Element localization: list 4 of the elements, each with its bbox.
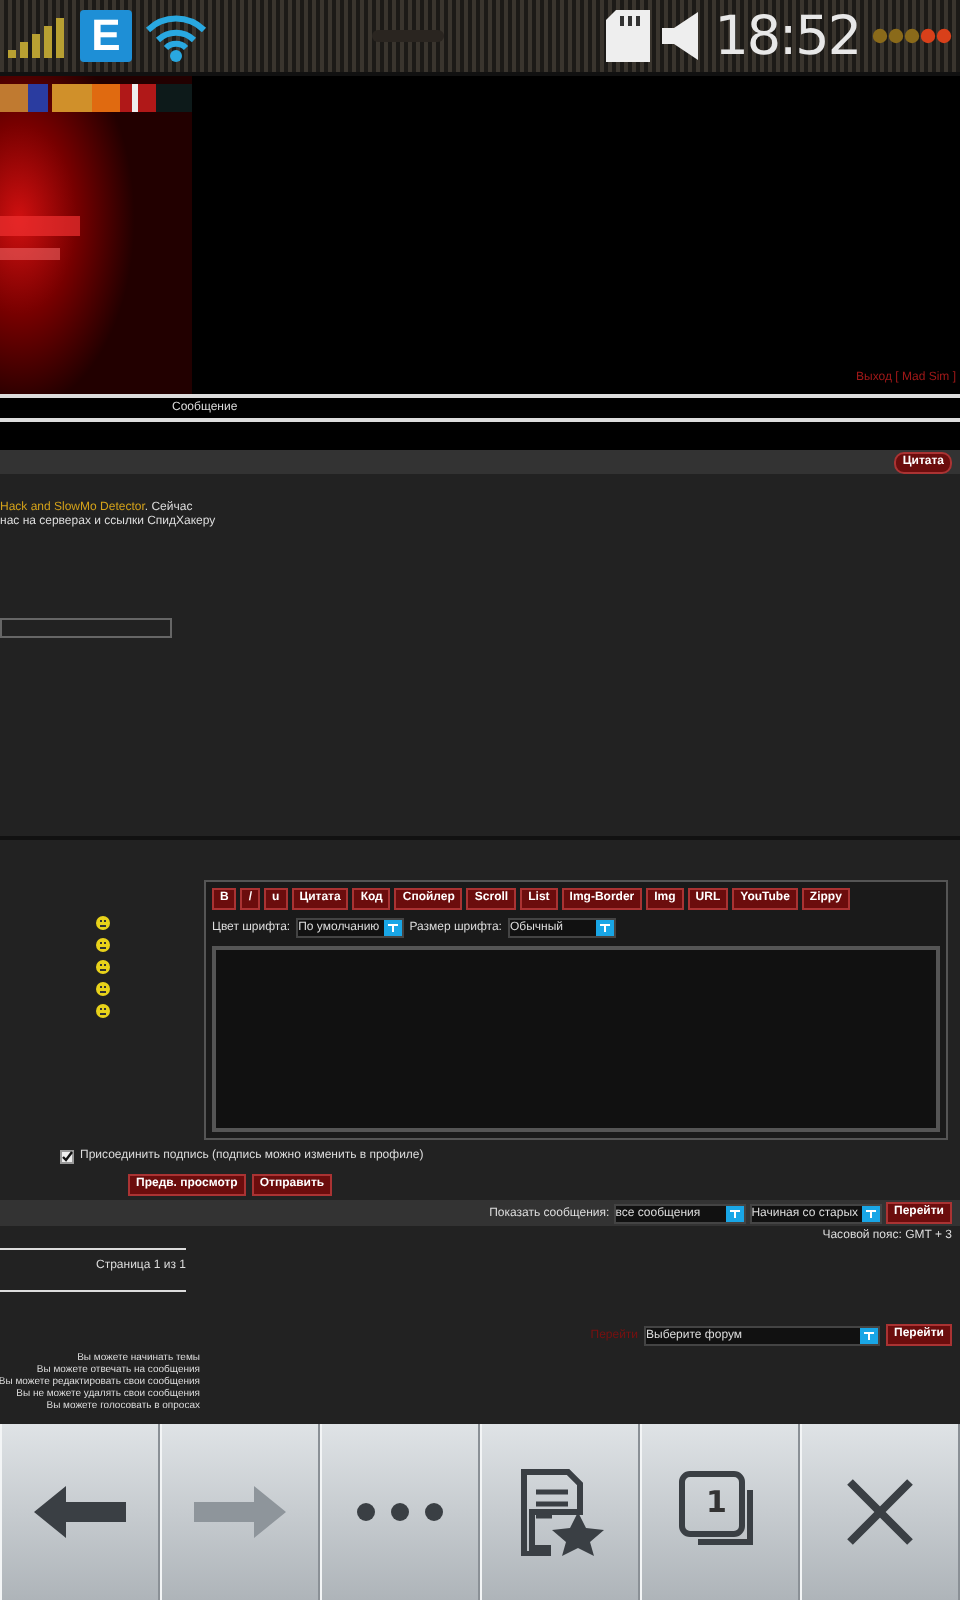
windows-button[interactable]: 1 [640, 1424, 800, 1600]
network-type-indicator: E [80, 10, 132, 62]
windows-count: 1 [706, 1484, 727, 1520]
clock-time: 18:52 [714, 5, 860, 67]
